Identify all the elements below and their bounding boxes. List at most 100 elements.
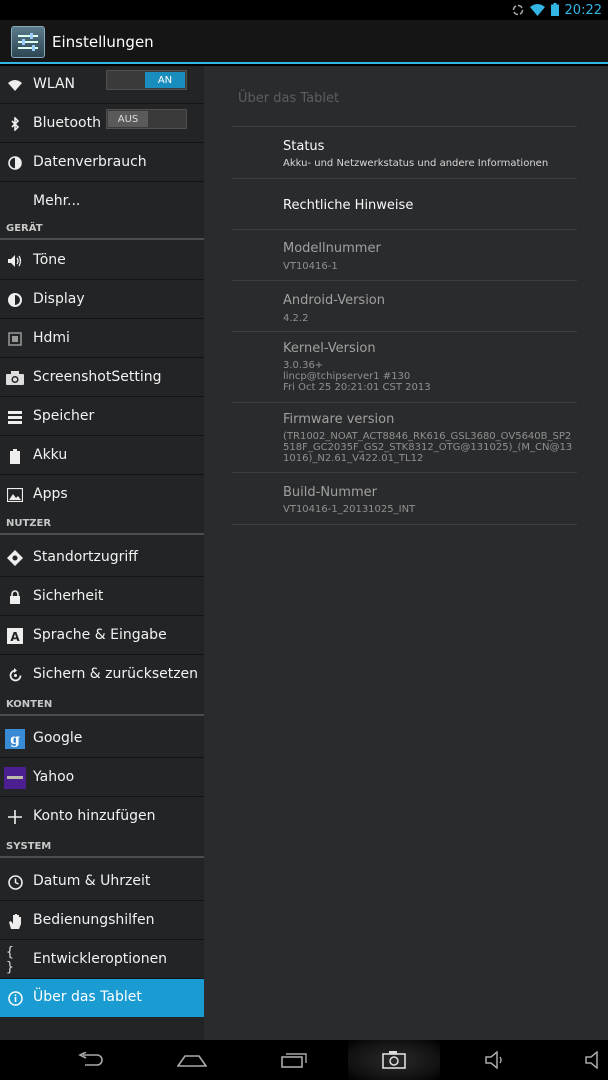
action-bar: Einstellungen [0, 20, 608, 64]
sidebar-item-konto-hinzufuegen[interactable]: Konto hinzufügen [0, 798, 204, 836]
sidebar-item-akku[interactable]: Akku [0, 437, 204, 475]
volume-icon [6, 252, 24, 270]
sidebar-item-hdmi[interactable]: Hdmi [0, 320, 204, 358]
detail-item-modellnummer: Modellnummer VT10416-1 [232, 229, 577, 280]
wifi-icon [529, 1, 545, 20]
bluetooth-toggle[interactable]: AUS [106, 109, 187, 129]
battery-icon [6, 447, 24, 465]
brightness-icon [6, 291, 24, 309]
detail-item-status[interactable]: Status Akku- und Netzwerkstatus und ande… [232, 126, 577, 178]
item-title: Build-Nummer [283, 485, 377, 500]
item-summary: Akku- und Netzwerkstatus und andere Info… [283, 158, 549, 169]
back-icon[interactable] [70, 1040, 112, 1080]
sidebar-item-toene[interactable]: Töne [0, 242, 204, 280]
sidebar-item-yahoo[interactable]: Yahoo [0, 759, 204, 797]
sidebar-item-label: Sprache & Eingabe [33, 627, 167, 643]
toggle-state: AN [145, 72, 185, 88]
sidebar-item-display[interactable]: Display [0, 281, 204, 319]
volume-up-icon[interactable] [576, 1040, 608, 1080]
code-braces-icon: { } [6, 945, 14, 975]
keyboard-language-icon: A [6, 627, 24, 645]
recents-icon[interactable] [274, 1040, 314, 1080]
sidebar-item-label: Hdmi [33, 330, 70, 346]
detail-pane: Über das Tablet Status Akku- und Netzwer… [204, 66, 608, 1040]
sidebar-item-wlan[interactable]: WLAN AN [0, 66, 204, 104]
sidebar-item-sprache[interactable]: A Sprache & Eingabe [0, 617, 204, 655]
svg-text:A: A [10, 630, 20, 644]
sidebar-item-label: Standortzugriff [33, 549, 138, 565]
sidebar-item-label: Über das Tablet [33, 989, 142, 1005]
sidebar-item-label: Datum & Uhrzeit [33, 873, 151, 889]
sidebar-item-datum[interactable]: Datum & Uhrzeit [0, 863, 204, 901]
sidebar-item-label: Datenverbrauch [33, 154, 147, 170]
section-header-geraet: GERÄT [0, 220, 204, 240]
detail-item-rechtliche-hinweise[interactable]: Rechtliche Hinweise [232, 178, 577, 230]
sidebar-item-label: Bedienungshilfen [33, 912, 155, 928]
sidebar-item-label: Apps [33, 486, 68, 502]
sidebar-item-standortzugriff[interactable]: Standortzugriff [0, 539, 204, 577]
detail-header: Über das Tablet [238, 91, 340, 106]
section-header-konten: KONTEN [0, 696, 204, 716]
lock-icon [6, 588, 24, 606]
apps-icon [6, 486, 24, 504]
detail-item-build-nummer[interactable]: Build-Nummer VT10416-1_20131025_INT [232, 472, 577, 524]
item-title: Android-Version [283, 293, 385, 308]
sidebar-item-label: Speicher [33, 408, 95, 424]
sidebar-item-label: Sichern & zurücksetzen [33, 666, 199, 682]
navigation-bar [0, 1040, 608, 1080]
sidebar-item-label: Bluetooth [33, 115, 101, 131]
sidebar-item-label: Google [33, 730, 83, 746]
data-usage-icon [6, 154, 24, 172]
sidebar-item-ueber-das-tablet[interactable]: Über das Tablet [0, 979, 204, 1017]
page-title: Einstellungen [52, 33, 154, 51]
list-divider [232, 524, 577, 525]
battery-icon [550, 1, 559, 20]
sidebar-item-label: Entwickleroptionen [33, 951, 168, 967]
plus-icon [6, 808, 24, 826]
item-value: 4.2.2 [283, 313, 309, 324]
sidebar-item-label: Yahoo [33, 769, 75, 785]
detail-item-firmware-version: Firmware version (TR1002_NOAT_ACT8846_RK… [232, 402, 577, 472]
sidebar-item-entwickleroptionen[interactable]: { } Entwickleroptionen [0, 941, 204, 979]
sidebar-item-label: Akku [33, 447, 68, 463]
location-icon [6, 549, 24, 567]
sidebar-item-label: Sicherheit [33, 588, 104, 604]
sidebar-item-sichern[interactable]: Sichern & zurücksetzen [0, 656, 204, 694]
sidebar-item-bluetooth[interactable]: Bluetooth AUS [0, 105, 204, 143]
wifi-icon [6, 76, 24, 94]
wlan-toggle[interactable]: AN [106, 70, 187, 90]
svg-text:g: g [10, 732, 20, 748]
screenshot-icon[interactable] [348, 1040, 440, 1080]
sidebar-item-bedienungshilfen[interactable]: Bedienungshilfen [0, 902, 204, 940]
sidebar-item-mehr[interactable]: Mehr... [0, 183, 204, 221]
item-title: Rechtliche Hinweise [283, 198, 414, 213]
item-title: Status [283, 139, 325, 154]
sidebar-item-label: Konto hinzufügen [33, 808, 156, 824]
volume-down-icon[interactable] [478, 1040, 514, 1080]
sidebar-item-label: WLAN [33, 76, 76, 92]
sidebar-item-google[interactable]: g Google [0, 720, 204, 758]
sidebar-item-datenverbrauch[interactable]: Datenverbrauch [0, 144, 204, 182]
sidebar-item-speicher[interactable]: Speicher [0, 398, 204, 436]
item-title: Modellnummer [283, 241, 381, 256]
sync-icon [512, 1, 524, 20]
settings-icon[interactable] [11, 26, 45, 58]
section-header-nutzer: NUTZER [0, 515, 204, 535]
settings-list: WLAN AN Bluetooth AUS Datenverbrauch Meh… [0, 66, 204, 1040]
sidebar-item-sicherheit[interactable]: Sicherheit [0, 578, 204, 616]
backup-icon [6, 666, 24, 684]
sidebar-item-apps[interactable]: Apps [0, 476, 204, 514]
bluetooth-icon [6, 115, 24, 133]
section-header-system: SYSTEM [0, 838, 204, 858]
sidebar-item-label: ScreenshotSetting [33, 369, 162, 385]
sidebar-item-label: Display [33, 291, 85, 307]
hand-icon [6, 912, 24, 930]
google-icon: g [5, 729, 25, 749]
detail-item-android-version[interactable]: Android-Version 4.2.2 [232, 280, 577, 332]
home-icon[interactable] [172, 1040, 212, 1080]
sidebar-item-screenshot[interactable]: ScreenshotSetting [0, 359, 204, 397]
status-bar: 20:22 [0, 0, 608, 20]
clock: 20:22 [564, 3, 602, 18]
item-value: VT10416-1 [283, 261, 338, 272]
item-value: VT10416-1_20131025_INT [283, 504, 416, 515]
